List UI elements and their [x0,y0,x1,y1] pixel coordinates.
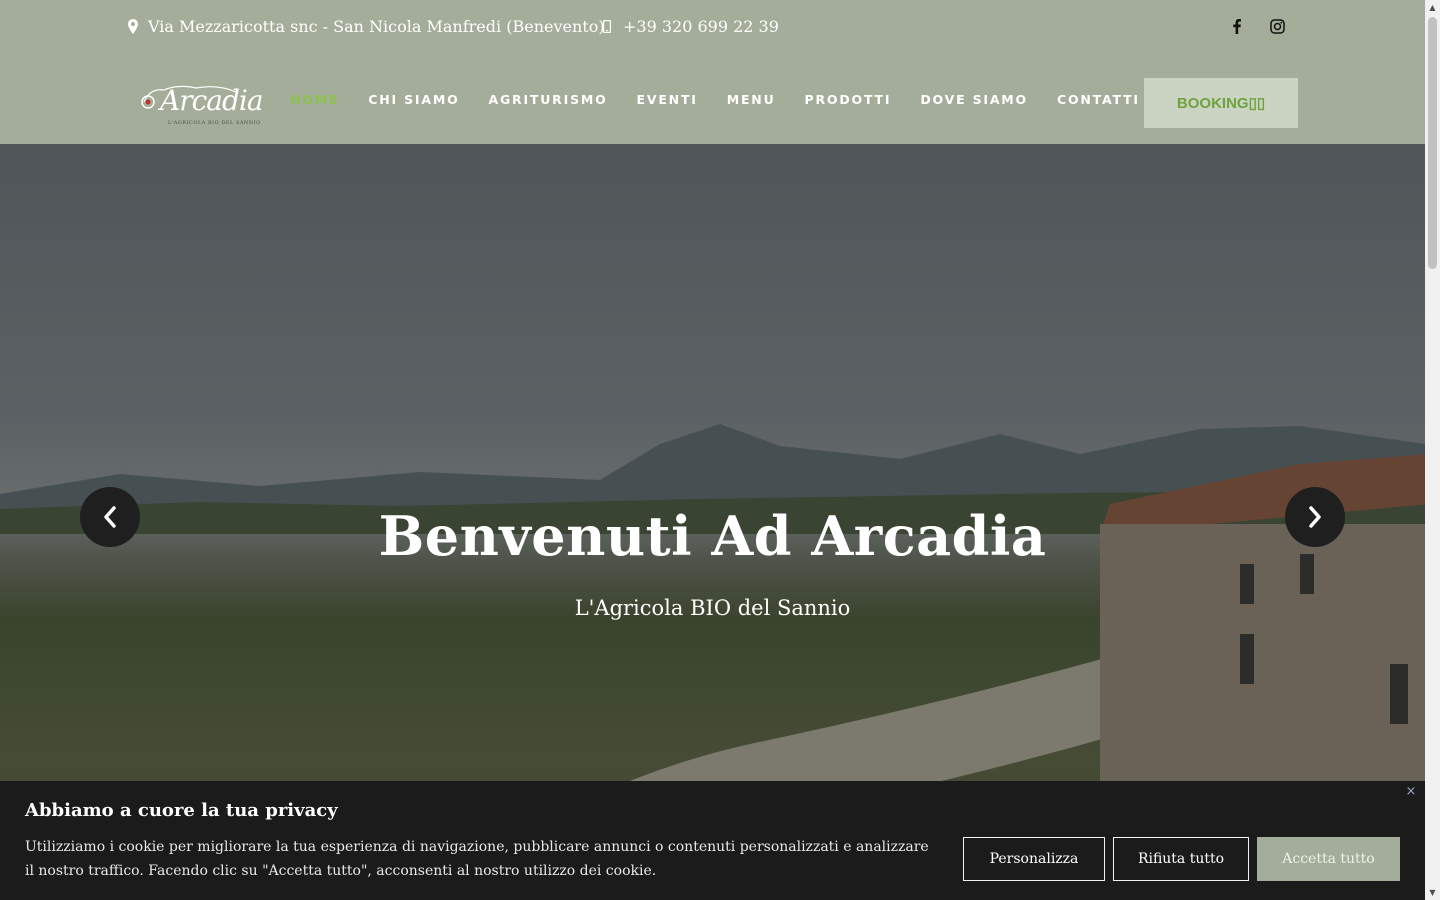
cookie-title: Abbiamo a cuore la tua privacy [25,800,338,821]
map-pin-icon [128,18,138,34]
slider-next-button[interactable] [1285,487,1345,547]
scroll-down-icon[interactable]: ▼ [1425,885,1440,900]
page: Via Mezzaricotta snc - San Nicola Manfre… [0,0,1425,900]
chevron-left-icon [104,506,116,528]
nav-item-menu[interactable]: MENU [727,92,776,107]
reject-all-button[interactable]: Rifiuta tutto [1113,837,1249,881]
scroll-up-icon[interactable]: ▲ [1425,0,1440,15]
nav-item-contatti[interactable]: CONTATTI [1057,92,1140,107]
nav-item-eventi[interactable]: EVENTI [637,92,698,107]
site-logo[interactable]: Arcadia L'AGRICOLA BIO DEL SANNIO [138,80,264,130]
address-info: Via Mezzaricotta snc - San Nicola Manfre… [128,16,605,36]
nav-item-chi-siamo[interactable]: CHI SIAMO [368,92,459,107]
instagram-icon[interactable] [1269,18,1285,34]
hero-subtitle: L'Agricola BIO del Sannio [574,596,851,620]
logo-text: Arcadia [160,84,264,117]
main-nav: HOME CHI SIAMO AGRITURISMO EVENTI MENU P… [290,92,1169,107]
mobile-phone-icon [603,19,611,33]
close-icon[interactable]: × [1403,783,1419,799]
phone-info: +39 320 699 22 39 [603,16,779,36]
cookie-consent-banner: × Abbiamo a cuore la tua privacy Utilizz… [0,781,1425,900]
accept-all-button[interactable]: Accetta tutto [1257,837,1400,881]
hero-title: Benvenuti Ad Arcadia [378,504,1047,568]
facebook-icon[interactable] [1229,18,1245,34]
customize-button[interactable]: Personalizza [963,837,1105,881]
site-header: Via Mezzaricotta snc - San Nicola Manfre… [0,0,1425,144]
logo-tagline: L'AGRICOLA BIO DEL SANNIO [168,120,261,126]
chevron-right-icon [1309,506,1321,528]
address-text: Via Mezzaricotta snc - San Nicola Manfre… [148,16,605,36]
slider-prev-button[interactable] [80,487,140,547]
nav-item-prodotti[interactable]: PRODOTTI [805,92,892,107]
nav-item-home[interactable]: HOME [290,92,339,107]
nav-item-dove-siamo[interactable]: DOVE SIAMO [920,92,1028,107]
booking-button[interactable]: BOOKING▯▯ [1144,78,1298,128]
cookie-description: Utilizziamo i cookie per migliorare la t… [25,839,929,879]
phone-text[interactable]: +39 320 699 22 39 [623,17,779,36]
nav-item-agriturismo[interactable]: AGRITURISMO [489,92,608,107]
page-scrollbar[interactable]: ▲ ▼ [1425,0,1440,900]
scroll-thumb[interactable] [1428,17,1437,269]
